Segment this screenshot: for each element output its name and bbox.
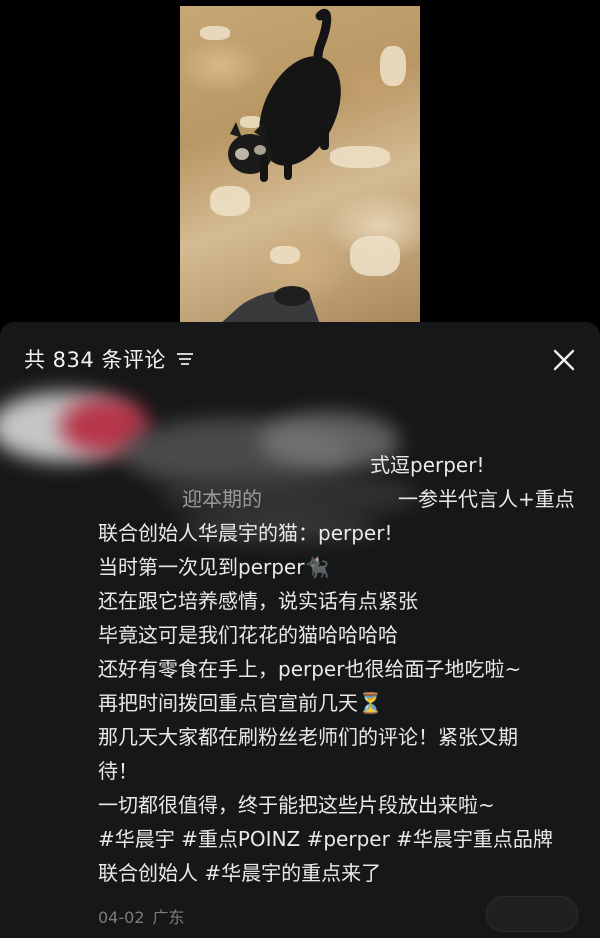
comment-line: 待！ [98,759,138,783]
comment-meta: 04-02 广东 [98,904,185,928]
comment-line: 还好有零食在手上，perper也很给面子地吃啦~ [98,657,522,681]
close-button[interactable] [548,344,580,376]
comments-count-title: 共 834 条评论 [24,348,166,372]
like-button[interactable] [486,896,578,932]
comment-line: 还在跟它培养感情，说实话有点紧张 [98,589,418,613]
comment-line: 联合创始人 #华晨宇的重点来了 [98,861,382,885]
comments-panel: 共 834 条评论 式逗perper! 迎本期的 一参半代言人+重点 联合创始人… [0,322,600,938]
close-icon [553,349,575,371]
comment-line: 迎本期的 一参半代言人+重点 [98,482,578,516]
screen: 共 834 条评论 式逗perper! 迎本期的 一参半代言人+重点 联合创始人… [0,0,600,938]
comment-line: 再把时间拨回重点官宣前几天⏳ [98,691,383,715]
comment-line: 式逗perper! [370,453,485,477]
comment-region: 广东 [152,908,185,927]
comment-line: 一切都很值得，终于能把这些片段放出来啦~ [98,793,495,817]
comment-line: 联合创始人华晨宇的猫：perper! [98,521,393,545]
filter-lines-icon[interactable] [176,352,194,366]
cat-image [220,9,341,324]
comment-body: 式逗perper! 迎本期的 一参半代言人+重点 联合创始人华晨宇的猫：perpe… [98,448,578,890]
video-thumbnail[interactable] [180,6,420,324]
comment-line: 毕竟这可是我们花花的猫哈哈哈哈 [98,623,398,647]
comments-header: 共 834 条评论 [0,322,600,394]
comment-line-left: 迎本期的 [182,487,262,511]
comment-line: 那几天大家都在刷粉丝老师们的评论！紧张又期 [98,725,518,749]
comment-line: 当时第一次见到perper🐈‍⬛ [98,555,330,579]
comment-line: #华晨宇 #重点POINZ #perper #华晨宇重点品牌 [98,827,553,851]
comment-date: 04-02 [98,908,145,927]
comment-line-right: 一参半代言人+重点 [398,487,575,511]
